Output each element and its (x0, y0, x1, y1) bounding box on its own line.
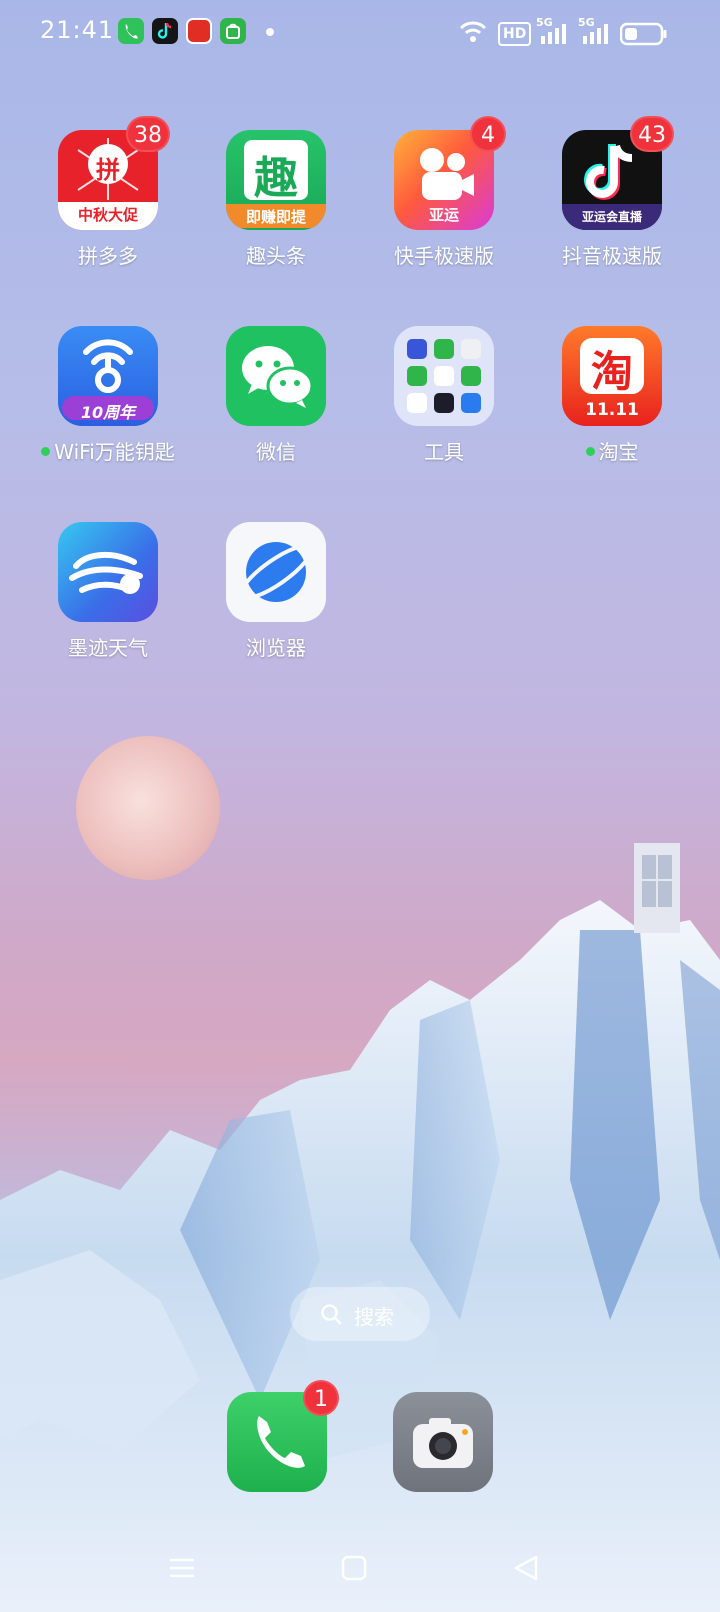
qutoutiao-icon-text: 趣 (254, 153, 298, 204)
app-label-text: WiFi万能钥匙 (54, 440, 175, 464)
app-label: WiFi万能钥匙 (33, 436, 183, 465)
app-label: 快手极速版 (394, 244, 494, 268)
douyin-icon-sub: 亚运会直播 (581, 210, 642, 224)
tools-folder-icon (394, 326, 494, 426)
pinduoduo-notification-icon (186, 18, 212, 44)
app-wechat[interactable]: 微信 (201, 326, 351, 465)
pinduoduo-icon-text: 拼 (96, 156, 120, 184)
signal-1-icon: 5G (536, 16, 568, 46)
taobao-icon-sub: 11.11 (585, 400, 639, 420)
kuaishou-icon-sub: 亚运 (428, 206, 459, 224)
app-label: 抖音极速版 (562, 244, 662, 268)
app-wifi-key[interactable]: 10周年 WiFi万能钥匙 (33, 326, 183, 465)
app-store-notification-icon (220, 18, 246, 44)
pinduoduo-icon-sub: 中秋大促 (77, 206, 138, 224)
status-bar: 21:41 HD 5G 5G (0, 0, 720, 64)
app-label: 拼多多 (78, 244, 138, 268)
signal-2-icon: 5G (578, 16, 610, 46)
app-douyin[interactable]: 亚运会直播 43 抖音极速版 (537, 116, 687, 269)
battery-icon (620, 22, 667, 46)
moji-weather-icon (58, 522, 158, 622)
phone-badge: 1 (303, 1380, 339, 1416)
dock-phone[interactable]: 1 (227, 1380, 339, 1492)
more-notifications-dot (266, 28, 274, 36)
status-time: 21:41 (40, 16, 115, 44)
qutoutiao-icon: 趣 即赚即提 (226, 130, 326, 230)
app-taobao[interactable]: 淘 11.11 淘宝 (537, 326, 687, 465)
pinduoduo-badge: 38 (126, 116, 170, 152)
taobao-icon: 淘 11.11 (562, 326, 662, 426)
app-label: 趣头条 (246, 244, 306, 268)
phone-notification-icon (118, 18, 144, 44)
app-label: 淘宝 (537, 436, 687, 465)
hd-indicator: HD (498, 22, 532, 46)
home-icon[interactable] (334, 1548, 374, 1588)
dock-camera[interactable] (393, 1392, 493, 1492)
new-install-dot (41, 447, 51, 456)
new-install-dot (585, 447, 595, 456)
wifi-icon (459, 21, 487, 42)
browser-icon (226, 522, 326, 622)
app-qutoutiao[interactable]: 趣 即赚即提 趣头条 (201, 130, 351, 269)
app-label: 微信 (256, 440, 296, 464)
app-label: 工具 (424, 440, 464, 464)
qutoutiao-icon-sub: 即赚即提 (245, 208, 306, 226)
wifi-key-icon: 10周年 (58, 326, 158, 426)
camera-icon (413, 1418, 473, 1468)
search-label: 搜索 (354, 1305, 394, 1329)
search-button[interactable]: 搜索 (290, 1287, 430, 1341)
app-label: 墨迹天气 (68, 636, 148, 660)
app-tools-folder[interactable]: 工具 (369, 326, 519, 465)
kuaishou-badge: 4 (470, 116, 506, 152)
back-icon[interactable] (506, 1548, 546, 1588)
app-moji-weather[interactable]: 墨迹天气 (33, 522, 183, 661)
taobao-icon-text: 淘 (590, 347, 633, 396)
app-label: 浏览器 (246, 636, 306, 660)
app-pinduoduo[interactable]: 拼 中秋大促 38 拼多多 (33, 116, 183, 269)
wifi-key-icon-sub: 10周年 (80, 403, 136, 422)
wechat-icon (226, 326, 326, 426)
menu-icon[interactable] (162, 1548, 202, 1588)
douyin-badge: 43 (630, 116, 674, 152)
app-browser[interactable]: 浏览器 (201, 522, 351, 661)
app-label-text: 淘宝 (598, 440, 639, 464)
search-icon (321, 1304, 342, 1325)
app-kuaishou[interactable]: 亚运 4 快手极速版 (369, 116, 519, 269)
douyin-notification-icon (152, 18, 178, 44)
